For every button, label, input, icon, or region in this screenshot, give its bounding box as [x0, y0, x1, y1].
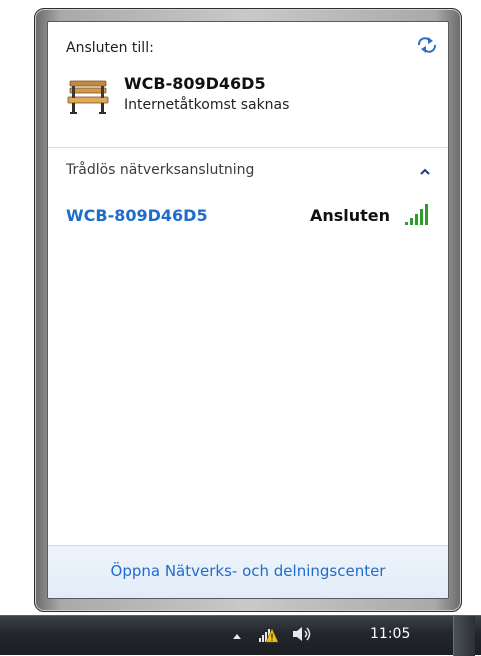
wireless-section-header[interactable]: Trådlös nätverksanslutning	[66, 162, 254, 178]
open-network-center-link[interactable]: Öppna Nätverks- och delningscenter	[111, 562, 386, 580]
connected-section: Ansluten till: WCB-809D46D5 Internetåtko…	[48, 22, 448, 147]
refresh-icon[interactable]	[416, 36, 438, 54]
connected-network-name: WCB-809D46D5	[124, 74, 266, 93]
bench-icon	[67, 80, 109, 114]
volume-icon[interactable]	[291, 625, 313, 643]
network-popup-frame: Ansluten till: WCB-809D46D5 Internetåtko…	[34, 8, 462, 612]
connected-label: Ansluten till:	[66, 40, 154, 56]
popup-footer: Öppna Nätverks- och delningscenter	[48, 545, 448, 598]
network-list-item[interactable]: WCB-809D46D5 Ansluten	[48, 202, 448, 230]
show-desktop-button[interactable]	[453, 616, 475, 656]
taskbar: 11:05	[0, 615, 481, 656]
chevron-up-icon[interactable]	[420, 168, 430, 175]
connected-network-status: Internetåtkomst saknas	[124, 97, 290, 113]
network-item-status: Ansluten	[309, 206, 390, 225]
network-item-name: WCB-809D46D5	[66, 206, 208, 225]
taskbar-clock[interactable]: 11:05	[370, 626, 410, 642]
network-popup: Ansluten till: WCB-809D46D5 Internetåtko…	[47, 21, 449, 599]
signal-strength-icon	[405, 204, 428, 225]
show-hidden-icons-arrow[interactable]	[232, 632, 242, 640]
network-warning-icon[interactable]	[258, 625, 278, 643]
section-divider	[48, 147, 448, 148]
